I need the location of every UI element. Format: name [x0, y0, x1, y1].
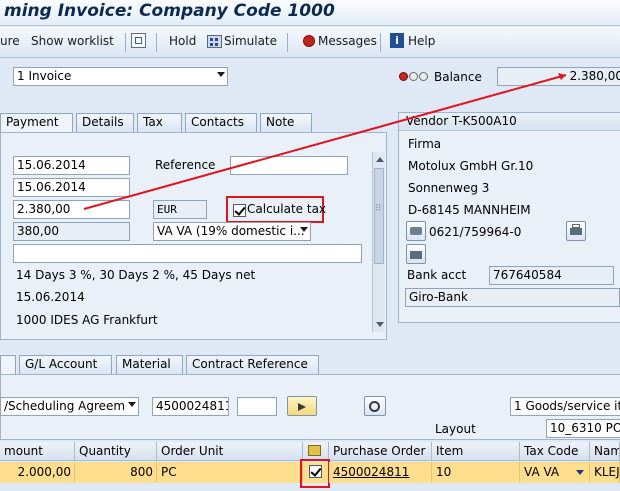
- col-order-unit[interactable]: Order Unit: [157, 442, 303, 461]
- transaction-value: 1 Invoice: [17, 69, 72, 83]
- cell-name[interactable]: KLEJ: [590, 462, 620, 483]
- tax-amount-field: 380,00: [13, 222, 130, 241]
- reference-type-select[interactable]: /Scheduling Agreem: [0, 397, 139, 416]
- tab-contract-reference[interactable]: Contract Reference: [186, 355, 319, 374]
- company-code-text: 1000 IDES AG Frankfurt: [16, 313, 158, 327]
- toolbar-partial-button[interactable]: ure: [0, 34, 20, 48]
- text-field[interactable]: [13, 244, 362, 263]
- scroll-up-icon[interactable]: [376, 157, 384, 162]
- messages-button[interactable]: Messages: [318, 34, 377, 48]
- arrow-right-icon[interactable]: [287, 396, 317, 416]
- bank-name-field: Giro-Bank: [405, 288, 620, 307]
- po-item-field[interactable]: [237, 397, 277, 416]
- cell-tax-code-value: VA VA: [524, 465, 560, 479]
- col-name[interactable]: Name: [590, 442, 620, 461]
- row-checkbox-highlight: [300, 459, 330, 488]
- bank-account-field: 767640584: [489, 266, 614, 285]
- amount-field[interactable]: 2.380,00: [13, 200, 130, 219]
- balance-label: Balance: [434, 70, 482, 84]
- fax-icon[interactable]: [406, 244, 426, 264]
- tax-code-select[interactable]: VA VA (19% domestic i...: [153, 222, 311, 241]
- vendor-header: Vendor T-K500A10: [399, 113, 620, 131]
- tab-contacts[interactable]: Contacts: [185, 113, 257, 132]
- chevron-down-icon[interactable]: [300, 227, 308, 232]
- window-title: ming Invoice: Company Code 1000: [4, 1, 335, 21]
- cell-item[interactable]: 10: [432, 462, 520, 483]
- balance-field: 2.380,00: [497, 67, 620, 86]
- col-amount[interactable]: mount: [0, 442, 75, 461]
- scroll-thumb[interactable]: [374, 168, 384, 264]
- col-purchase-order[interactable]: Purchase Order: [329, 442, 432, 461]
- currency-field: EUR: [153, 200, 207, 219]
- tab-details[interactable]: Details: [76, 113, 134, 132]
- tab-gl-account[interactable]: G/L Account: [19, 355, 112, 374]
- layout-type-select[interactable]: 1 Goods/service ite: [510, 397, 620, 416]
- reference-field[interactable]: [230, 156, 348, 175]
- transaction-select[interactable]: 1 Invoice: [13, 67, 228, 86]
- vendor-phone: 0621/759964-0: [429, 225, 522, 239]
- simulate-icon[interactable]: [207, 35, 222, 48]
- printer-icon[interactable]: [566, 221, 586, 241]
- cell-quantity[interactable]: 800: [75, 462, 157, 483]
- vendor-line-2: Motolux GmbH Gr.10: [408, 159, 534, 173]
- toolbar: ure Show worklist Hold Simulate Messages…: [0, 27, 620, 58]
- messages-icon[interactable]: [303, 35, 315, 47]
- tab-po-reference[interactable]: [0, 355, 16, 374]
- calculate-tax-label: Calculate tax: [247, 202, 327, 216]
- cell-tax-code[interactable]: VA VA: [520, 462, 590, 483]
- tax-code-value: VA VA (19% domestic i...: [157, 224, 305, 238]
- tab-note[interactable]: Note: [260, 113, 312, 132]
- col-item[interactable]: Item: [432, 442, 520, 461]
- col-tax-code[interactable]: Tax Code: [520, 442, 590, 461]
- tab-material[interactable]: Material: [116, 355, 183, 374]
- hold-button[interactable]: Hold: [169, 34, 196, 48]
- chevron-down-icon[interactable]: [217, 72, 225, 77]
- cell-amount[interactable]: 2.000,00: [0, 462, 75, 483]
- chevron-down-icon[interactable]: [128, 402, 136, 407]
- tab-payment[interactable]: Payment: [0, 113, 73, 132]
- invoice-date-field[interactable]: 15.06.2014: [13, 156, 130, 175]
- vendor-title: Vendor T-K500A10: [406, 114, 517, 128]
- purchase-order-field[interactable]: 4500024811: [152, 397, 229, 416]
- layout-field[interactable]: 10_6310 PO: [546, 419, 620, 438]
- help-button[interactable]: Help: [408, 34, 435, 48]
- baseline-date-text: 15.06.2014: [16, 290, 85, 304]
- col-quantity[interactable]: Quantity: [75, 442, 157, 461]
- reference-label: Reference: [155, 158, 216, 172]
- splitter-handle-icon[interactable]: ⠿: [375, 204, 382, 214]
- settings-icon[interactable]: [364, 396, 386, 416]
- payment-terms-text: 14 Days 3 %, 30 Days 2 %, 45 Days net: [16, 268, 256, 282]
- document-icon[interactable]: [131, 33, 146, 48]
- basic-data-scrollbar[interactable]: [372, 152, 385, 332]
- telephone-icon[interactable]: [406, 221, 426, 241]
- posting-date-field[interactable]: 15.06.2014: [13, 178, 130, 197]
- scroll-down-icon[interactable]: [376, 322, 384, 327]
- calculate-tax-checkbox[interactable]: [233, 204, 246, 217]
- show-worklist-button[interactable]: Show worklist: [31, 34, 114, 48]
- reference-type-value: /Scheduling Agreem: [4, 399, 126, 413]
- help-icon[interactable]: i: [390, 33, 404, 48]
- cell-purchase-order[interactable]: 4500024811: [329, 462, 432, 483]
- vendor-line-4: D-68145 MANNHEIM: [408, 203, 531, 217]
- bank-account-label: Bank acct: [407, 268, 467, 282]
- tab-tax[interactable]: Tax: [137, 113, 182, 132]
- checklist-icon: [308, 445, 321, 456]
- vendor-line-1: Firma: [408, 137, 442, 151]
- simulate-button[interactable]: Simulate: [224, 34, 277, 48]
- title-bar: ming Invoice: Company Code 1000: [0, 0, 620, 26]
- layout-label: Layout: [435, 422, 476, 436]
- vendor-line-3: Sonnenweg 3: [408, 181, 490, 195]
- chevron-down-icon[interactable]: [576, 470, 584, 475]
- cell-order-unit[interactable]: PC: [157, 462, 303, 483]
